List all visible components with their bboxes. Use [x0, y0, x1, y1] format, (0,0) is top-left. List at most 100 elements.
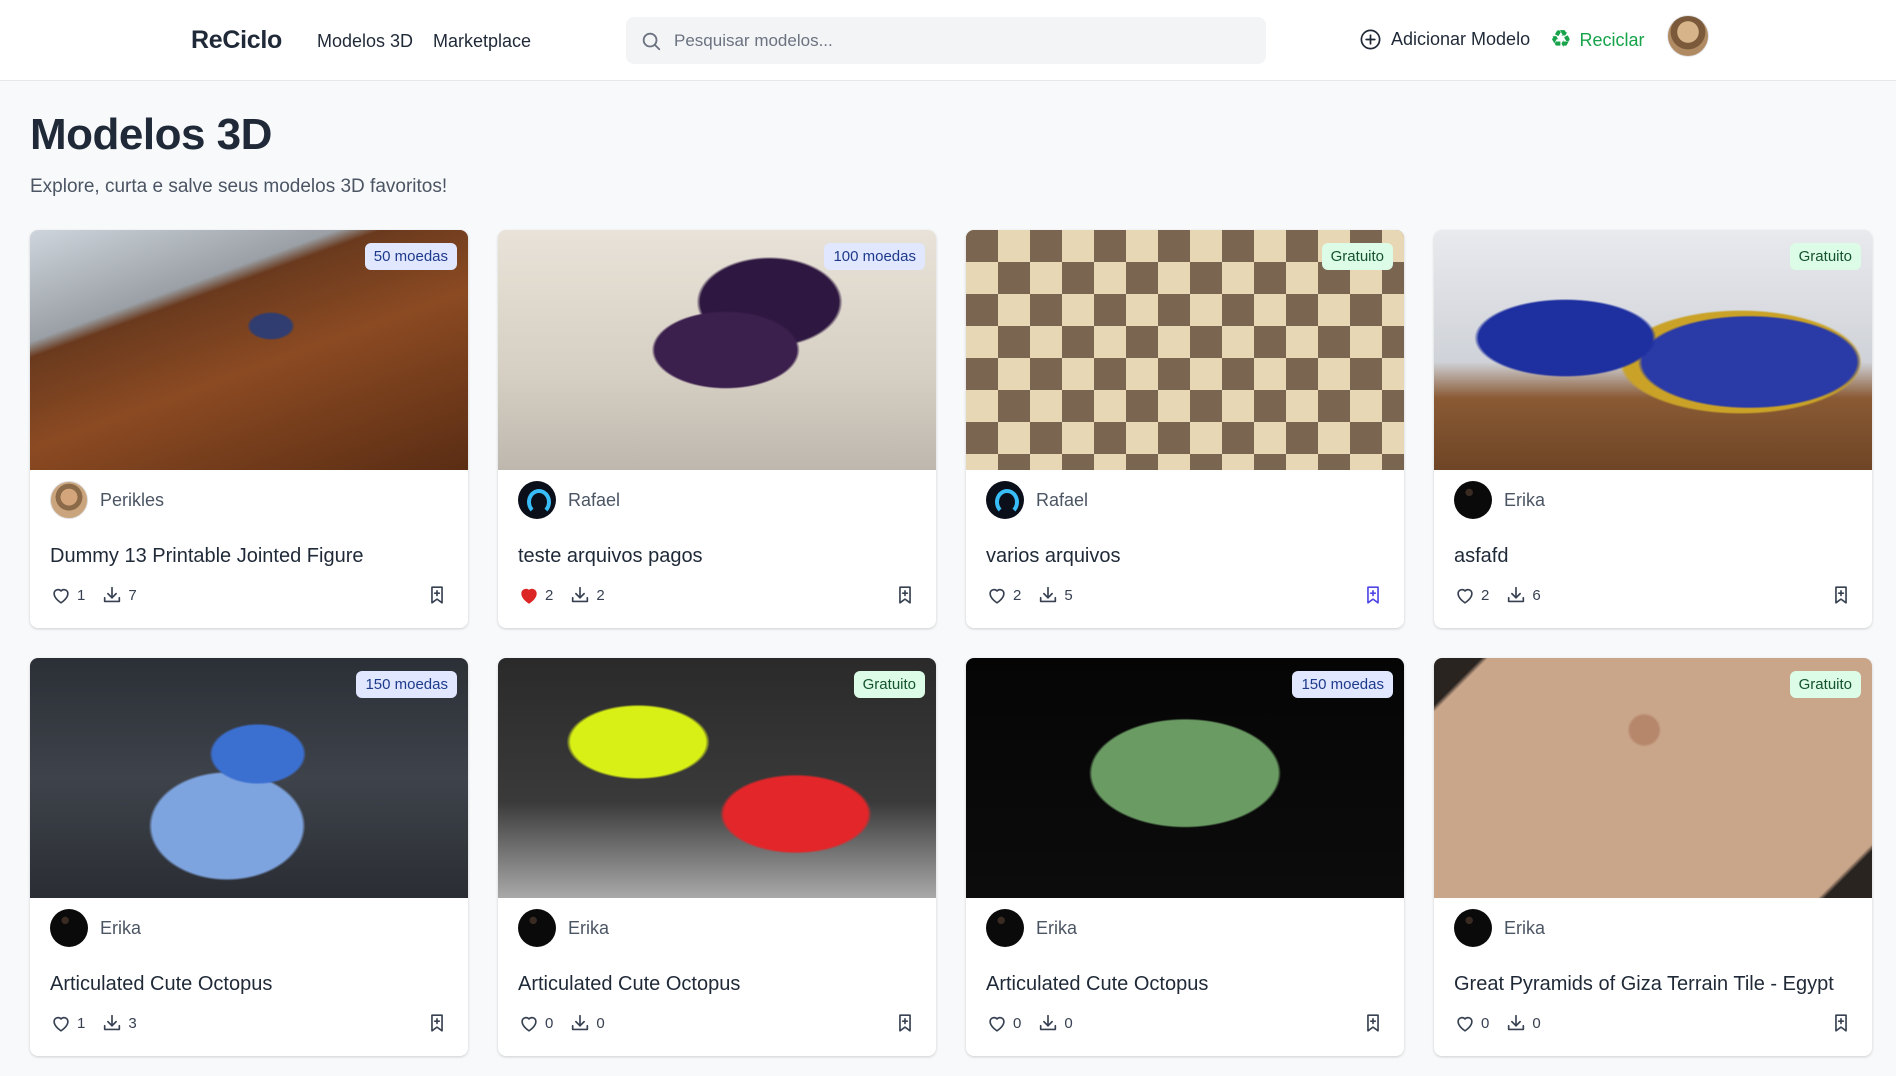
author-row[interactable]: Erika: [1454, 909, 1545, 947]
price-badge: 50 moedas: [364, 243, 457, 270]
price-badge: 100 moedas: [824, 243, 925, 270]
model-title[interactable]: teste arquivos pagos: [518, 545, 703, 568]
model-thumbnail[interactable]: Gratuito: [966, 230, 1404, 470]
model-title[interactable]: Articulated Cute Octopus: [518, 973, 740, 996]
download-count: 6: [1532, 586, 1541, 604]
model-stats: 1 3: [50, 1012, 153, 1034]
bookmark-icon[interactable]: [1830, 584, 1852, 606]
bookmark-icon[interactable]: [426, 584, 448, 606]
author-name: Rafael: [1036, 489, 1089, 510]
model-thumbnail[interactable]: 50 moedas: [30, 230, 468, 470]
bookmark-icon[interactable]: [426, 1012, 448, 1034]
author-avatar: [986, 481, 1024, 519]
recycle-button[interactable]: ♻ Reciclar: [1550, 28, 1645, 52]
model-title[interactable]: Dummy 13 Printable Jointed Figure: [50, 545, 363, 568]
bookmark-icon[interactable]: [894, 584, 916, 606]
like-button[interactable]: 2: [986, 584, 1021, 606]
search-icon: [642, 32, 661, 50]
heart-icon: [53, 588, 69, 604]
plus-circle-icon: [1360, 29, 1381, 50]
heart-icon: [521, 1016, 537, 1032]
model-title[interactable]: Great Pyramids of Giza Terrain Tile - Eg…: [1454, 973, 1834, 996]
model-thumbnail[interactable]: Gratuito: [498, 658, 936, 898]
model-title[interactable]: Articulated Cute Octopus: [986, 973, 1208, 996]
bookmark-icon[interactable]: [1830, 1012, 1852, 1034]
model-card[interactable]: Gratuito Erika asfafd 2 6: [1434, 230, 1872, 628]
author-row[interactable]: Erika: [1454, 481, 1545, 519]
download-icon: [1040, 586, 1057, 603]
download-stat: 3: [101, 1012, 137, 1034]
bookmark-saved-icon[interactable]: [1362, 584, 1384, 606]
price-badge: Gratuito: [853, 671, 925, 698]
model-card[interactable]: 150 moedas Erika Articulated Cute Octopu…: [966, 658, 1404, 1056]
author-row[interactable]: Rafael: [518, 481, 620, 519]
heart-icon: [1457, 1016, 1473, 1032]
search-input[interactable]: [674, 30, 1234, 51]
author-row[interactable]: Perikles: [50, 481, 164, 519]
heart-icon: [53, 1016, 69, 1032]
recycle-label: Reciclar: [1579, 29, 1645, 50]
download-count: 2: [596, 586, 605, 604]
model-card[interactable]: Gratuito Rafael varios arquivos 2 5: [966, 230, 1404, 628]
model-thumbnail[interactable]: Gratuito: [1434, 230, 1872, 470]
heart-icon: [989, 1016, 1005, 1032]
page-subtitle: Explore, curta e salve seus modelos 3D f…: [30, 176, 448, 197]
like-button[interactable]: 0: [1454, 1012, 1489, 1034]
model-card[interactable]: 50 moedas Perikles Dummy 13 Printable Jo…: [30, 230, 468, 628]
download-icon: [1508, 586, 1525, 603]
like-count: 2: [1013, 586, 1022, 604]
download-icon: [104, 1014, 121, 1031]
like-button[interactable]: 0: [518, 1012, 553, 1034]
model-stats: 1 7: [50, 584, 153, 606]
recycle-icon: ♻: [1550, 26, 1572, 53]
model-card[interactable]: Gratuito Erika Great Pyramids of Giza Te…: [1434, 658, 1872, 1056]
like-button[interactable]: 1: [50, 1012, 85, 1034]
author-row[interactable]: Erika: [986, 909, 1077, 947]
model-card[interactable]: 150 moedas Erika Articulated Cute Octopu…: [30, 658, 468, 1056]
download-icon: [572, 1014, 589, 1031]
model-thumbnail[interactable]: Gratuito: [1434, 658, 1872, 898]
nav-marketplace[interactable]: Marketplace: [433, 31, 531, 52]
model-card[interactable]: 100 moedas Rafael teste arquivos pagos 2…: [498, 230, 936, 628]
like-button[interactable]: 0: [986, 1012, 1021, 1034]
model-title[interactable]: asfafd: [1454, 545, 1508, 568]
like-button[interactable]: 2: [1454, 584, 1489, 606]
model-stats: 0 0: [986, 1012, 1089, 1034]
bookmark-icon[interactable]: [1362, 1012, 1384, 1034]
author-row[interactable]: Rafael: [986, 481, 1088, 519]
models-grid: 50 moedas Perikles Dummy 13 Printable Jo…: [30, 230, 1873, 1056]
model-title[interactable]: varios arquivos: [986, 545, 1121, 568]
bookmark-icon[interactable]: [894, 1012, 916, 1034]
author-name: Erika: [100, 917, 142, 938]
model-stats: 0 0: [518, 1012, 621, 1034]
user-avatar[interactable]: [1667, 15, 1709, 57]
brand-logo[interactable]: ReCiclo: [191, 26, 282, 55]
download-stat: 0: [569, 1012, 605, 1034]
heart-filled-icon: [521, 588, 537, 604]
search-bar: [626, 17, 1266, 64]
price-badge: Gratuito: [1789, 671, 1861, 698]
download-icon: [104, 586, 121, 603]
download-stat: 7: [101, 584, 137, 606]
model-title[interactable]: Articulated Cute Octopus: [50, 973, 272, 996]
author-row[interactable]: Erika: [518, 909, 609, 947]
model-card[interactable]: Gratuito Erika Articulated Cute Octopus …: [498, 658, 936, 1056]
download-stat: 0: [1505, 1012, 1541, 1034]
download-count: 0: [1532, 1014, 1541, 1032]
author-row[interactable]: Erika: [50, 909, 141, 947]
model-stats: 2 5: [986, 584, 1089, 606]
add-model-button[interactable]: Adicionar Modelo: [1359, 28, 1530, 51]
page-title: Modelos 3D: [30, 110, 272, 159]
model-thumbnail[interactable]: 150 moedas: [30, 658, 468, 898]
price-badge: 150 moedas: [1292, 671, 1393, 698]
model-thumbnail[interactable]: 150 moedas: [966, 658, 1404, 898]
like-button[interactable]: 2: [518, 584, 553, 606]
like-button[interactable]: 1: [50, 584, 85, 606]
like-count: 1: [77, 1014, 86, 1032]
model-thumbnail[interactable]: 100 moedas: [498, 230, 936, 470]
author-avatar: [518, 481, 556, 519]
download-count: 0: [1064, 1014, 1073, 1032]
price-badge: 150 moedas: [356, 671, 457, 698]
nav-models-3d[interactable]: Modelos 3D: [317, 31, 413, 52]
like-count: 0: [1481, 1014, 1490, 1032]
